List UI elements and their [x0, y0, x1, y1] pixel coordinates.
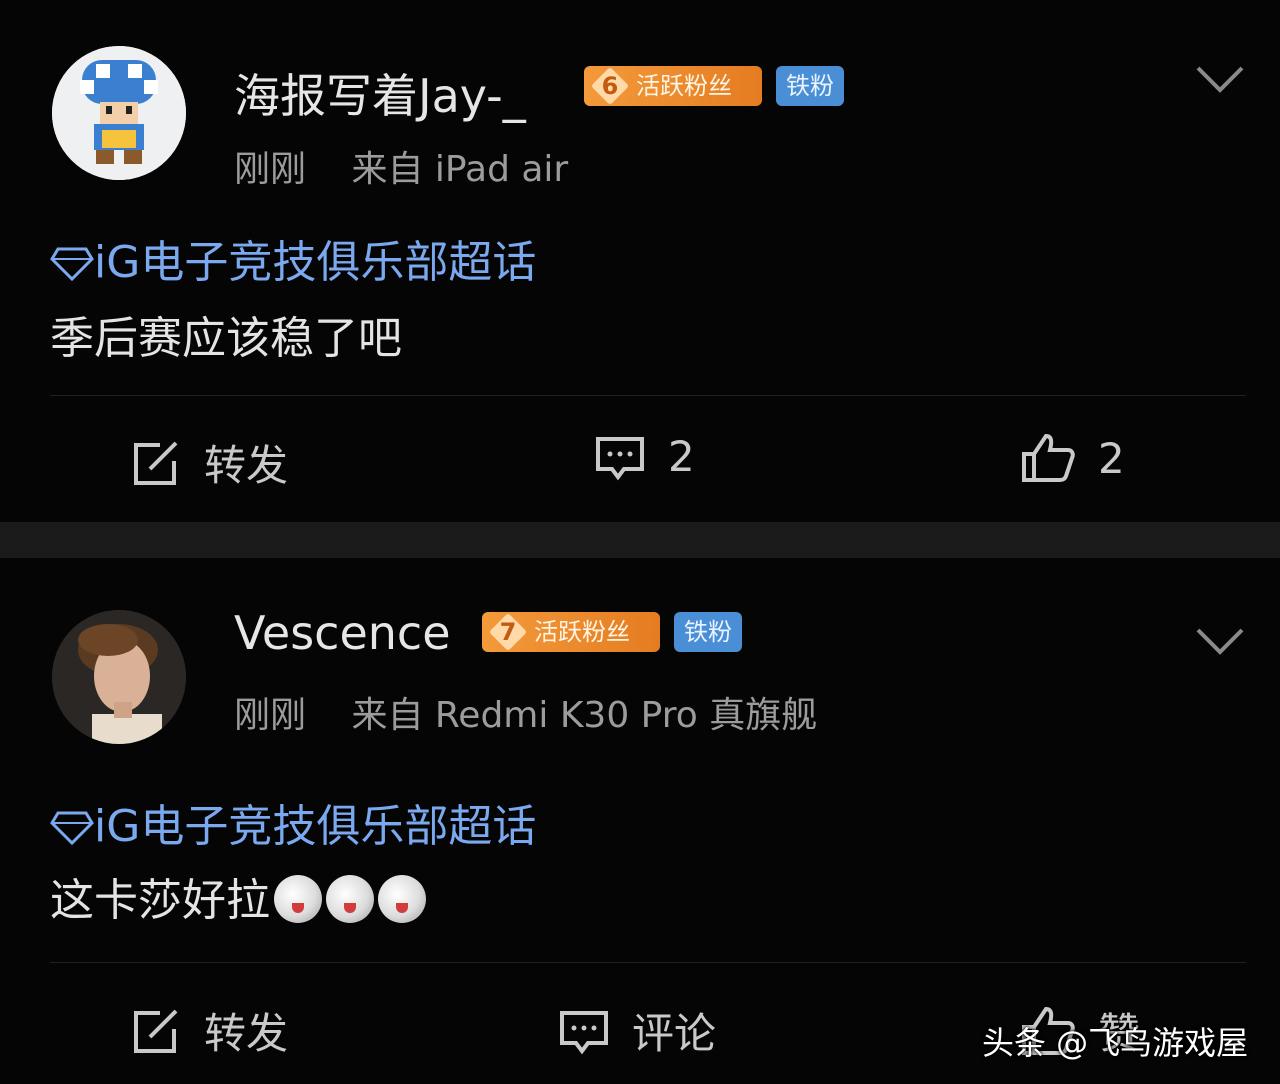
- post-time: 刚刚: [234, 149, 307, 190]
- iron-fan-badge[interactable]: 铁粉: [674, 612, 742, 652]
- username[interactable]: Vescence: [234, 606, 451, 660]
- repost-label: 转发: [204, 441, 289, 490]
- repost-icon: [134, 441, 178, 485]
- divider: [50, 395, 1246, 396]
- post-card[interactable]: Vescence 7 活跃粉丝 铁粉 刚刚 来自 Redmi K30 Pro 真…: [0, 558, 1280, 1084]
- like-button[interactable]: 2: [1020, 432, 1125, 484]
- super-topic-link[interactable]: iG电子竞技俱乐部超话: [50, 226, 536, 290]
- level-number: 6: [601, 72, 619, 100]
- iron-fan-badge[interactable]: 铁粉: [776, 66, 844, 106]
- chevron-down-icon[interactable]: [1194, 626, 1246, 656]
- active-fan-label: 活跃粉丝: [534, 618, 630, 646]
- post-meta: 刚刚 来自 Redmi K30 Pro 真旗舰: [234, 686, 817, 738]
- super-topic-label: iG电子竞技俱乐部超话: [94, 801, 537, 852]
- comment-icon: [596, 436, 644, 480]
- post-source: 来自 iPad air: [351, 149, 569, 190]
- active-fan-badge[interactable]: 6 活跃粉丝: [584, 66, 762, 106]
- ghost-emoji-icon: [378, 875, 426, 923]
- super-topic-link[interactable]: iG电子竞技俱乐部超话: [50, 790, 536, 854]
- repost-label: 转发: [204, 1009, 289, 1058]
- weibo-feed: 海报写着Jay-_ 6 活跃粉丝 铁粉 刚刚 来自 iPad air iG电子竞…: [0, 0, 1280, 1084]
- active-fan-badge[interactable]: 7 活跃粉丝: [482, 612, 660, 652]
- post-text: 这卡莎好拉: [50, 864, 426, 928]
- avatar[interactable]: [52, 46, 186, 180]
- post-card[interactable]: 海报写着Jay-_ 6 活跃粉丝 铁粉 刚刚 来自 iPad air iG电子竞…: [0, 0, 1280, 522]
- thumbs-up-icon: [1022, 433, 1075, 482]
- comment-icon: [560, 1010, 608, 1054]
- comment-label: 评论: [632, 1009, 717, 1058]
- post-source: 来自 Redmi K30 Pro 真旗舰: [351, 695, 818, 736]
- username[interactable]: 海报写着Jay-_: [234, 60, 526, 126]
- super-topic-label: iG电子竞技俱乐部超话: [94, 237, 537, 288]
- active-fan-label: 活跃粉丝: [636, 72, 732, 100]
- comment-button[interactable]: 评论: [558, 1000, 716, 1061]
- watermark: 头条 @飞鸟游戏屋: [982, 1024, 1249, 1062]
- post-text: 季后赛应该稳了吧: [50, 313, 402, 364]
- post-separator: [0, 522, 1280, 558]
- repost-icon: [134, 1009, 178, 1053]
- post-text-content: 这卡莎好拉: [50, 875, 270, 926]
- chevron-down-icon[interactable]: [1194, 64, 1246, 94]
- comment-count: 2: [668, 432, 695, 481]
- avatar[interactable]: [52, 610, 186, 744]
- ghost-emoji-icon: [274, 875, 322, 923]
- comment-button[interactable]: 2: [594, 432, 695, 481]
- divider: [50, 962, 1246, 963]
- repost-button[interactable]: 转发: [130, 432, 288, 493]
- ghost-emoji-icon: [326, 875, 374, 923]
- post-meta: 刚刚 来自 iPad air: [234, 140, 568, 192]
- like-count: 2: [1098, 433, 1125, 483]
- diamond-icon: [50, 811, 94, 845]
- diamond-icon: [50, 247, 94, 281]
- level-number: 7: [499, 618, 517, 646]
- repost-button[interactable]: 转发: [130, 1000, 288, 1061]
- post-time: 刚刚: [234, 695, 307, 736]
